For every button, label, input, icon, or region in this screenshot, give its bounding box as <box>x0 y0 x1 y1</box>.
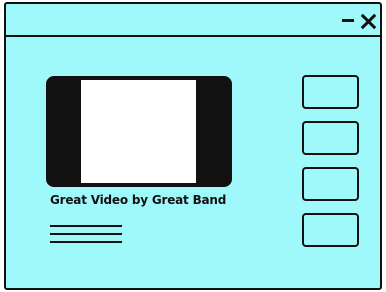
related-video-thumbnail-2[interactable] <box>302 121 359 155</box>
video-player[interactable] <box>46 76 232 187</box>
video-title: Great Video by Great Band <box>50 193 227 207</box>
title-bar <box>6 4 380 37</box>
description-line <box>50 233 122 235</box>
app-window: Great Video by Great Band <box>4 2 382 290</box>
related-video-thumbnail-4[interactable] <box>302 213 359 247</box>
description-line <box>50 241 122 243</box>
minimize-icon[interactable] <box>342 19 354 22</box>
related-video-thumbnail-3[interactable] <box>302 167 359 201</box>
description-line <box>50 225 122 227</box>
close-icon[interactable] <box>360 13 376 29</box>
related-video-thumbnail-1[interactable] <box>302 75 359 109</box>
video-frame[interactable] <box>81 80 196 183</box>
